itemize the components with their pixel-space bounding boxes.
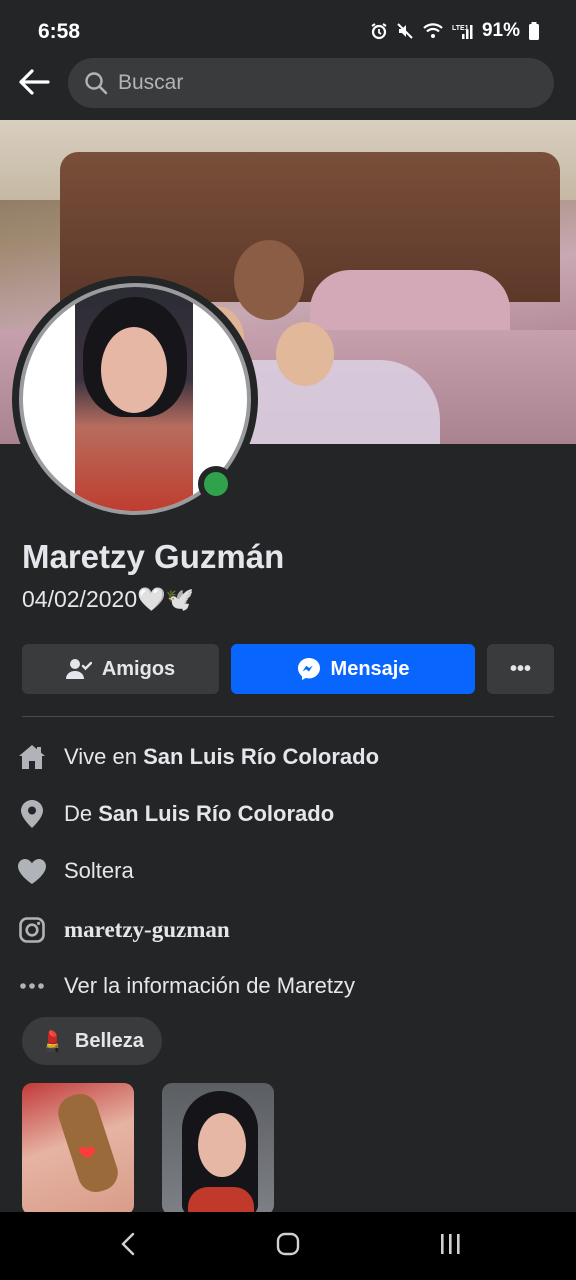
hometown-city[interactable]: San Luis Río Colorado — [98, 801, 334, 826]
search-bar[interactable] — [68, 58, 554, 108]
detail-lives-in[interactable]: Vive en San Luis Río Colorado — [18, 739, 379, 775]
battery-percent: 91% — [481, 20, 520, 41]
message-button[interactable]: Mensaje — [231, 644, 475, 694]
nav-recents-button[interactable] — [430, 1228, 470, 1264]
profile-actions: Amigos Mensaje ••• — [22, 644, 554, 694]
back-button[interactable] — [14, 64, 54, 104]
search-input[interactable] — [118, 71, 498, 95]
chevron-left-icon — [120, 1232, 136, 1261]
lipstick-icon: 💄 — [40, 1030, 65, 1053]
detail-see-about[interactable]: Ver la información de Maretzy — [18, 968, 355, 1004]
wifi-icon — [422, 22, 444, 40]
search-icon — [84, 71, 108, 95]
friends-icon — [65, 658, 92, 680]
arrow-left-icon — [18, 68, 50, 101]
divider — [22, 716, 554, 717]
status-bar: 6:58 LTE1 91% — [0, 0, 576, 60]
more-dots-icon: ••• — [509, 657, 531, 680]
battery-icon — [528, 22, 540, 40]
profile-name: Maretzy Guzmán — [22, 538, 285, 575]
status-icons: LTE1 91% — [370, 20, 540, 42]
message-label: Mensaje — [330, 657, 410, 680]
home-square-icon — [276, 1232, 300, 1261]
nav-back-button[interactable] — [108, 1228, 148, 1264]
friends-button[interactable]: Amigos — [22, 644, 219, 694]
interest-chip-label: Belleza — [74, 1029, 144, 1052]
home-icon — [18, 744, 46, 770]
status-time: 6:58 — [38, 20, 81, 43]
detail-from[interactable]: De San Luis Río Colorado — [18, 796, 334, 832]
heart-emoji-icon: ❤ — [78, 1141, 97, 1166]
signal-icon: LTE1 — [452, 22, 474, 40]
nav-home-button[interactable] — [268, 1228, 308, 1264]
more-options-button[interactable]: ••• — [487, 644, 554, 694]
friends-label: Amigos — [101, 657, 176, 680]
profile-bio: 04/02/2020🤍🕊️ — [22, 586, 195, 612]
mute-icon — [396, 22, 414, 40]
more-dots-icon — [18, 982, 46, 990]
top-bar — [0, 56, 576, 114]
see-about-link[interactable]: Ver la información de Maretzy — [64, 973, 355, 999]
online-status-indicator — [198, 466, 234, 502]
relationship-status: Soltera — [64, 858, 134, 883]
recents-icon — [438, 1233, 462, 1260]
photo-thumbnail[interactable] — [162, 1083, 274, 1215]
alarm-icon — [370, 22, 388, 40]
messenger-icon — [297, 657, 321, 681]
lives-in-city[interactable]: San Luis Río Colorado — [143, 744, 379, 769]
detail-instagram[interactable]: maretzy-guzman — [18, 912, 230, 948]
heart-icon — [18, 858, 46, 884]
interest-chip-beauty[interactable]: 💄 Belleza — [22, 1017, 162, 1065]
photo-thumbnail[interactable]: ❤ — [22, 1083, 134, 1215]
instagram-username[interactable]: maretzy-guzman — [64, 917, 230, 943]
location-pin-icon — [18, 800, 46, 828]
detail-relationship: Soltera — [18, 853, 134, 889]
instagram-icon — [18, 917, 46, 943]
system-navigation-bar — [0, 1212, 576, 1280]
